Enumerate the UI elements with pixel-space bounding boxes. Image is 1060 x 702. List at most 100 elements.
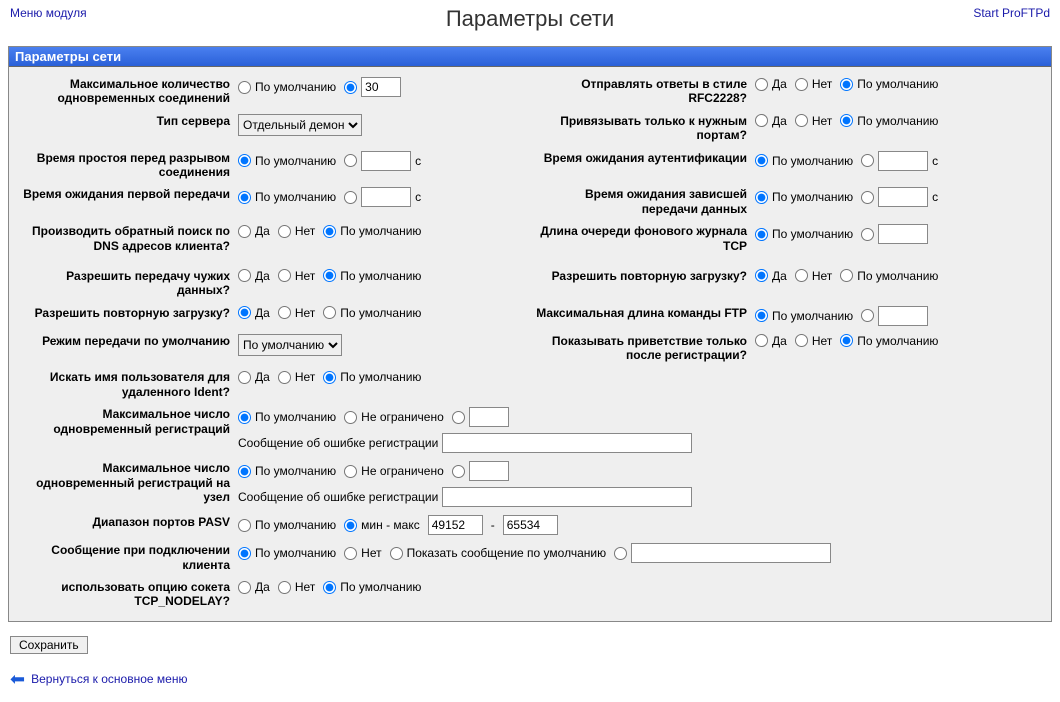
defer-welcome-label: Показывать приветствие только после реги… xyxy=(530,334,755,363)
settings-panel: Параметры сети Максимальное количество о… xyxy=(8,46,1052,622)
max-logins-host-unlimited[interactable]: Не ограничено xyxy=(344,464,444,478)
auth-timeout-default[interactable]: По умолчанию xyxy=(755,154,853,168)
bind-ports-default[interactable]: По умолчанию xyxy=(840,114,938,128)
tcp-backlog-custom[interactable] xyxy=(861,224,928,244)
stalled-custom[interactable]: с xyxy=(861,187,938,207)
start-proftpd-link[interactable]: Start ProFTPd xyxy=(973,6,1050,20)
allow-restart-label: Разрешить повторную загрузку? xyxy=(530,269,755,283)
pasv-min-input[interactable] xyxy=(428,515,483,535)
max-logins-errmsg-label: Сообщение об ошибке регистрации xyxy=(238,436,438,450)
idle-timeout-label: Время простоя перед разрывом соединения xyxy=(13,151,238,180)
stalled-default[interactable]: По умолчанию xyxy=(755,190,853,204)
tcp-nodelay-default[interactable]: По умолчанию xyxy=(323,580,421,594)
max-logins-host-errmsg-input[interactable] xyxy=(442,487,692,507)
server-type-label: Тип сервера xyxy=(13,114,238,128)
first-xfer-input[interactable] xyxy=(361,187,411,207)
max-logins-host-default[interactable]: По умолчанию xyxy=(238,464,336,478)
idle-timeout-default[interactable]: По умолчанию xyxy=(238,154,336,168)
foreign-xfer-default[interactable]: По умолчанию xyxy=(323,269,421,283)
conn-msg-default[interactable]: По умолчанию xyxy=(238,546,336,560)
page-title: Параметры сети xyxy=(446,6,614,32)
foreign-xfer-no[interactable]: Нет xyxy=(278,269,315,283)
tcp-backlog-label: Длина очереди фонового журнала TCP xyxy=(530,224,755,253)
max-logins-host-errmsg-label: Сообщение об ошибке регистрации xyxy=(238,490,438,504)
bind-ports-label: Привязывать только к нужным портам? xyxy=(530,114,755,143)
allow-restart-default[interactable]: По умолчанию xyxy=(840,269,938,283)
rfc2228-no[interactable]: Нет xyxy=(795,77,832,91)
tcp-backlog-default[interactable]: По умолчанию xyxy=(755,227,853,241)
arrow-left-icon: ⬅ xyxy=(10,670,25,688)
max-ftp-cmd-default[interactable]: По умолчанию xyxy=(755,309,853,323)
xfer-mode-select[interactable]: По умолчанию xyxy=(238,334,342,356)
server-type-select[interactable]: Отдельный демон xyxy=(238,114,362,136)
reverse-dns-yes[interactable]: Да xyxy=(238,224,270,238)
foreign-xfer-label: Разрешить передачу чужих данных? xyxy=(13,269,238,298)
max-logins-host-input[interactable] xyxy=(469,461,509,481)
max-logins-input[interactable] xyxy=(469,407,509,427)
auth-timeout-input[interactable] xyxy=(878,151,928,171)
max-connections-default-option[interactable]: По умолчанию xyxy=(238,80,336,94)
allow-retrieve-label: Разрешить повторную загрузку? xyxy=(13,306,238,320)
max-logins-custom[interactable] xyxy=(452,407,509,427)
max-connections-input[interactable] xyxy=(361,77,401,97)
defer-welcome-yes[interactable]: Да xyxy=(755,334,787,348)
max-ftp-cmd-label: Максимальная длина команды FTP xyxy=(530,306,755,320)
first-xfer-timeout-label: Время ожидания первой передачи xyxy=(13,187,238,201)
ident-lookup-default[interactable]: По умолчанию xyxy=(323,370,421,384)
pasv-custom[interactable]: мин - макс xyxy=(344,518,420,532)
defer-welcome-default[interactable]: По умолчанию xyxy=(840,334,938,348)
xfer-mode-label: Режим передачи по умолчанию xyxy=(13,334,238,348)
conn-msg-label: Сообщение при подключении клиента xyxy=(13,543,238,572)
save-button[interactable]: Сохранить xyxy=(10,636,88,654)
conn-msg-show-default[interactable]: Показать сообщение по умолчанию xyxy=(390,546,606,560)
max-connections-custom-option[interactable] xyxy=(344,77,401,97)
max-logins-host-custom[interactable] xyxy=(452,461,509,481)
conn-msg-custom[interactable] xyxy=(614,543,831,563)
max-logins-errmsg-input[interactable] xyxy=(442,433,692,453)
max-logins-unlimited[interactable]: Не ограничено xyxy=(344,410,444,424)
stalled-timeout-label: Время ожидания зависшей передачи данных xyxy=(530,187,755,216)
idle-timeout-custom[interactable]: с xyxy=(344,151,421,171)
max-ftp-cmd-input[interactable] xyxy=(878,306,928,326)
ident-lookup-no[interactable]: Нет xyxy=(278,370,315,384)
back-link[interactable]: Вернуться к основное меню xyxy=(31,672,187,686)
rfc2228-default[interactable]: По умолчанию xyxy=(840,77,938,91)
reverse-dns-label: Производить обратный поиск по DNS адресо… xyxy=(13,224,238,253)
allow-retrieve-default[interactable]: По умолчанию xyxy=(323,306,421,320)
allow-restart-no[interactable]: Нет xyxy=(795,269,832,283)
max-ftp-cmd-custom[interactable] xyxy=(861,306,928,326)
idle-timeout-input[interactable] xyxy=(361,151,411,171)
reverse-dns-default[interactable]: По умолчанию xyxy=(323,224,421,238)
foreign-xfer-yes[interactable]: Да xyxy=(238,269,270,283)
allow-restart-yes[interactable]: Да xyxy=(755,269,787,283)
auth-timeout-label: Время ожидания аутентификации xyxy=(530,151,755,165)
bind-ports-yes[interactable]: Да xyxy=(755,114,787,128)
rfc2228-yes[interactable]: Да xyxy=(755,77,787,91)
defer-welcome-no[interactable]: Нет xyxy=(795,334,832,348)
first-xfer-default[interactable]: По умолчанию xyxy=(238,190,336,204)
allow-retrieve-yes[interactable]: Да xyxy=(238,306,270,320)
panel-title: Параметры сети xyxy=(9,47,1051,67)
pasv-max-input[interactable] xyxy=(503,515,558,535)
conn-msg-no[interactable]: Нет xyxy=(344,546,381,560)
tcp-nodelay-no[interactable]: Нет xyxy=(278,580,315,594)
rfc2228-label: Отправлять ответы в стиле RFC2228? xyxy=(530,77,755,106)
ident-lookup-label: Искать имя пользователя для удаленного I… xyxy=(13,370,238,399)
first-xfer-custom[interactable]: с xyxy=(344,187,421,207)
conn-msg-input[interactable] xyxy=(631,543,831,563)
tcp-nodelay-yes[interactable]: Да xyxy=(238,580,270,594)
max-logins-label: Максимальное число одновременный регистр… xyxy=(13,407,238,436)
reverse-dns-no[interactable]: Нет xyxy=(278,224,315,238)
max-logins-default[interactable]: По умолчанию xyxy=(238,410,336,424)
max-logins-host-label: Максимальное число одновременный регистр… xyxy=(13,461,238,504)
pasv-range-label: Диапазон портов PASV xyxy=(13,515,238,529)
pasv-default[interactable]: По умолчанию xyxy=(238,518,336,532)
bind-ports-no[interactable]: Нет xyxy=(795,114,832,128)
auth-timeout-custom[interactable]: с xyxy=(861,151,938,171)
allow-retrieve-no[interactable]: Нет xyxy=(278,306,315,320)
module-menu-link[interactable]: Меню модуля xyxy=(10,6,87,20)
max-connections-label: Максимальное количество одновременных со… xyxy=(13,77,238,106)
ident-lookup-yes[interactable]: Да xyxy=(238,370,270,384)
stalled-input[interactable] xyxy=(878,187,928,207)
tcp-backlog-input[interactable] xyxy=(878,224,928,244)
